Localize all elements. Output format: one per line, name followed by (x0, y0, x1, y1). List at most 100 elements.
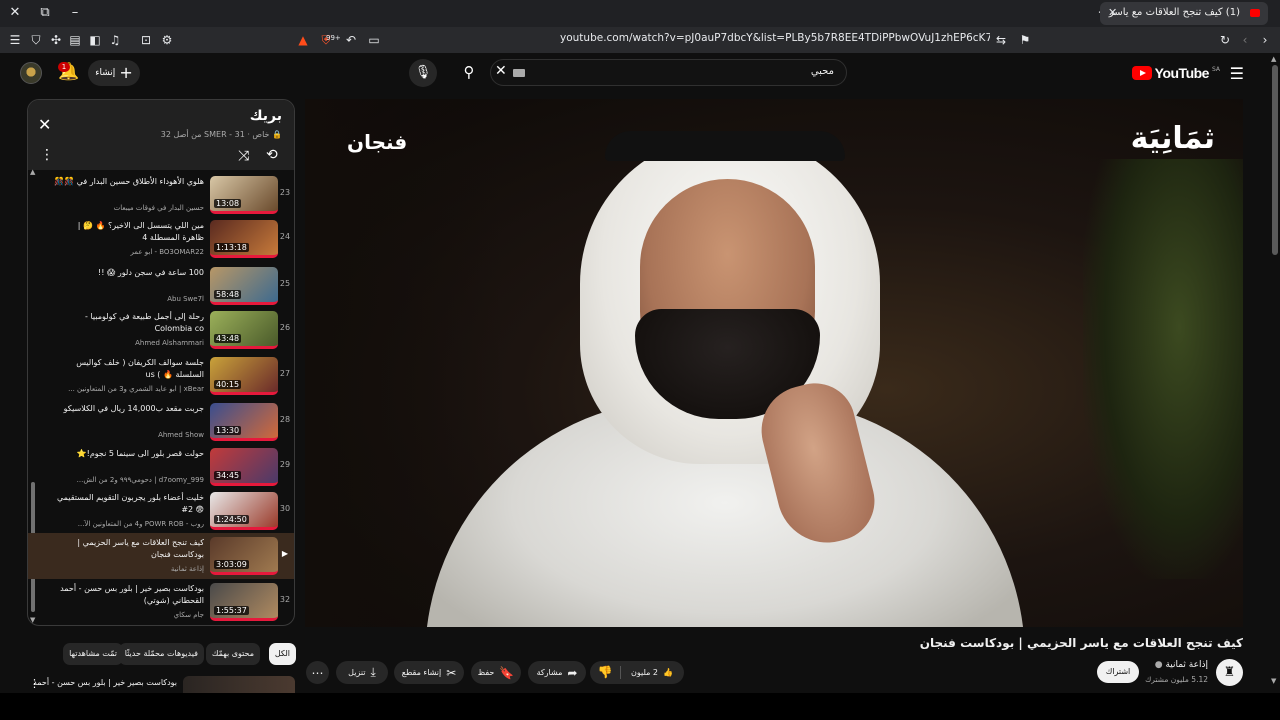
channel-avatar[interactable]: ♜ (1216, 659, 1243, 686)
reload-icon[interactable]: ↻ (1217, 32, 1233, 48)
next-video-more-icon[interactable]: ⋮ (29, 677, 40, 690)
tabs-icon[interactable]: ▤ (67, 32, 83, 48)
playlist-item-thumbnail[interactable]: 13:30 (210, 403, 278, 441)
playlist-item-title[interactable]: مين اللي يتسسل الى الاخير؟ 🔥 🤔 | ظاهرة ا… (54, 220, 204, 244)
close-window-icon[interactable]: ✕ (5, 4, 25, 22)
playlist-item-thumbnail[interactable]: 1:55:37 (210, 583, 278, 621)
chip-watched[interactable]: تمّت مشاهدتها (63, 643, 123, 665)
playlist-item-thumbnail[interactable]: 1:24:50 (210, 492, 278, 530)
playlist-item-thumbnail[interactable]: 34:45 (210, 448, 278, 486)
dislike-button[interactable]: 👎 (590, 661, 620, 684)
extensions-icon[interactable]: ⚙ (159, 32, 175, 48)
browser-titlebar: ✕ ⧉ – + (1) كيف تنجح العلاقات مع ياسر ✕ (0, 0, 1280, 27)
bookmark-icon[interactable]: ⚑ (1017, 32, 1033, 48)
guide-menu-icon[interactable]: ☰ (1230, 64, 1244, 83)
playlist-item[interactable]: 24 1:13:18 مين اللي يتسسل الى الاخير؟ 🔥 🤔 … (36, 216, 294, 262)
channel-name[interactable]: إذاعة ثمانية ● (1155, 660, 1208, 670)
playlist-item-title[interactable]: هلوي الأهوداء الأطلاق حسين البدار في 🎊🎊 (54, 176, 204, 188)
forward-icon[interactable]: › (1257, 32, 1273, 48)
search-box[interactable]: محبي ✕ (490, 59, 847, 86)
channel-name-text[interactable]: إذاعة ثمانية (1165, 660, 1208, 670)
more-options-icon[interactable]: ⋮ (40, 147, 54, 163)
playlist-item[interactable]: ▶ 3:03:09 كيف تنجح العلاقات مع ياسر الحزيم… (28, 533, 294, 579)
playlist-item-channel: حسين البدار في فوقات ميبعات (113, 204, 204, 212)
playlist-item[interactable]: 32 1:55:37 بودكاست بصير خير | بلور بس حسن … (36, 579, 294, 625)
playlist-meta-text: خاص · SMER - 31 من أصل 32 (160, 130, 270, 139)
menu-icon[interactable]: ☰ (7, 32, 23, 48)
youtube-logo[interactable]: YouTube SA (1131, 65, 1220, 81)
playlist-item-title[interactable]: حولت قصر بلور الى سينما 5 نجوم!⭐ (54, 448, 204, 460)
back-icon[interactable]: ‹ (1237, 32, 1253, 48)
page-scroll-up-icon[interactable]: ▲ (1271, 55, 1276, 63)
playlist-item-thumbnail[interactable]: 3:03:09 (210, 537, 278, 575)
more-actions-button[interactable]: ⋯ (306, 661, 329, 684)
back-arrow-icon[interactable]: ↶ (343, 32, 359, 48)
playlist-item[interactable]: 27 40:15 جلسة سوالف الكريفان ( خلف كواليس … (36, 353, 294, 399)
restore-window-icon[interactable]: ⧉ (35, 4, 55, 22)
create-button[interactable]: + إنشاء (88, 60, 140, 86)
playlist-item-title[interactable]: رحلة إلى أجمل طبيعة في كولومبيا - Colomb… (54, 311, 204, 335)
clip-button[interactable]: ✂ إنشاء مقطع (394, 661, 464, 684)
playlist-item-duration: 40:15 (214, 380, 242, 389)
playlist-item[interactable]: 28 13:30 جربت مقعد ب14,000 ريال في الكلاسي… (36, 399, 294, 445)
sidebar-icon[interactable]: ◧ (87, 32, 103, 48)
verified-icon: ● (1154, 660, 1163, 670)
playlist-item-title[interactable]: بودكاست بصير خير | بلور بس حسن - أحمد ال… (54, 583, 204, 607)
keyboard-icon[interactable] (513, 69, 525, 77)
playlist-item-thumbnail[interactable]: 13:08 (210, 176, 278, 214)
screenshot-icon[interactable]: ⊡ (138, 32, 154, 48)
page-scroll-down-icon[interactable]: ▼ (1271, 677, 1276, 685)
video-player[interactable]: ثمَانِيَة فنجان (305, 99, 1243, 627)
subscribe-button[interactable]: اشتراك (1097, 661, 1139, 683)
next-video-title[interactable]: بودكاست بصير خير | بلور بس حسن - أحمد (33, 678, 177, 687)
shuffle-icon[interactable]: ⤨ (238, 148, 249, 164)
address-bar[interactable]: youtube.com/watch?v=pJ0auP7dbcY&list=PLB… (560, 32, 990, 48)
search-input[interactable]: محبي (811, 66, 834, 77)
playlist-item-title[interactable]: كيف تنجح العلاقات مع ياسر الحزيمي | بودك… (54, 537, 204, 561)
playlist-item-title[interactable]: جلسة سوالف الكريفان ( خلف كواليس السلسلة… (54, 357, 204, 381)
shield-icon[interactable]: ⛉ (28, 32, 44, 48)
like-button[interactable]: 👍 2 مليون (620, 661, 684, 684)
plus-icon: + (119, 63, 133, 82)
playlist-item[interactable]: 23 13:08 هلوي الأهوداء الأطلاق حسين البدار… (36, 172, 294, 218)
music-icon[interactable]: ♫ (107, 32, 123, 48)
playlist-item-title[interactable]: جربت مقعد ب14,000 ريال في الكلاسيكو (54, 403, 204, 415)
loop-icon[interactable]: ⟲ (266, 147, 278, 163)
playlist-items: 23 13:08 هلوي الأهوداء الأطلاق حسين البدار… (28, 172, 294, 625)
share-button[interactable]: ➦ مشاركة (528, 661, 586, 684)
chip-all[interactable]: الكل (268, 643, 296, 665)
brave-rewards-icon[interactable]: ▲ (295, 32, 311, 48)
playlist-item-title[interactable]: خليت أعضاء بلور يجربون التقويم المستقيمي… (54, 492, 204, 516)
playlist-item-thumbnail[interactable]: 58:48 (210, 267, 278, 305)
chip-for-you[interactable]: محتوى بهمّك (205, 643, 260, 665)
download-button[interactable]: ⤓ تنزيل (336, 661, 388, 684)
playlist-item-index: 26 (279, 323, 291, 332)
minimize-window-icon[interactable]: – (65, 4, 85, 22)
playlist-item[interactable]: 25 58:48 100 ساعة في سجن دلور 😱 !! Abu Swe7… (36, 263, 294, 309)
playlist-item-thumbnail[interactable]: 1:13:18 (210, 220, 278, 258)
playlist-title[interactable]: بريك (250, 108, 282, 124)
playlist-item[interactable]: 26 43:48 رحلة إلى أجمل طبيعة في كولومبيا -… (36, 307, 294, 353)
chip-recently-uploaded[interactable]: فيديوهات محمّلة حديثًا (118, 643, 204, 665)
browser-tab[interactable]: (1) كيف تنجح العلاقات مع ياسر ✕ (1100, 2, 1268, 25)
playlist-item[interactable]: 29 34:45 حولت قصر بلور الى سينما 5 نجوم!⭐ d… (36, 444, 294, 490)
country-code: SA (1211, 65, 1220, 73)
playlist-item-thumbnail[interactable]: 40:15 (210, 357, 278, 395)
playlist-item-channel: Ahmed Alshammari (135, 339, 204, 347)
monitor-icon[interactable]: ▭ (366, 32, 382, 48)
site-settings-icon[interactable]: ⇆ (993, 32, 1009, 48)
save-button[interactable]: 🔖 حفظ (471, 661, 521, 684)
account-avatar[interactable] (20, 62, 42, 84)
page-scrollbar[interactable]: ▲ ▼ (1270, 53, 1280, 693)
voice-search-button[interactable]: 🎙 (409, 59, 437, 87)
playlist-item-thumbnail[interactable]: 43:48 (210, 311, 278, 349)
playlist-item-title[interactable]: 100 ساعة في سجن دلور 😱 !! (54, 267, 204, 279)
close-playlist-icon[interactable]: ✕ (38, 115, 51, 134)
page-scroll-thumb[interactable] (1272, 65, 1278, 255)
close-tab-icon[interactable]: ✕ (1108, 6, 1117, 19)
search-button[interactable]: ⚲ (450, 59, 488, 86)
clear-search-icon[interactable]: ✕ (495, 63, 507, 79)
playlist-item[interactable]: 30 1:24:50 خليت أعضاء بلور يجربون التقويم … (36, 488, 294, 534)
puzzle-icon[interactable]: ✣ (48, 32, 64, 48)
playlist-item-duration: 1:55:37 (214, 606, 249, 615)
